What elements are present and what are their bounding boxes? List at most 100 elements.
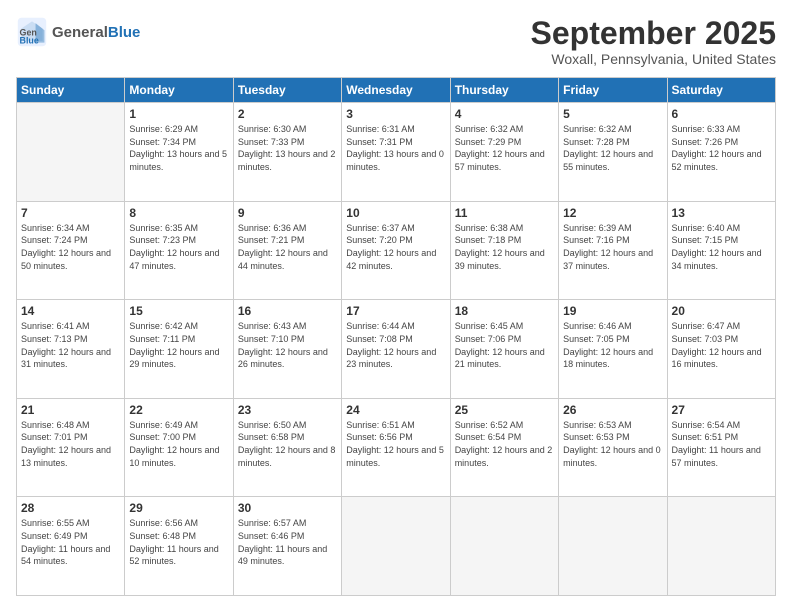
week-row-5: 28 Sunrise: 6:55 AMSunset: 6:49 PMDayligh… xyxy=(17,497,776,596)
day-info: Sunrise: 6:40 AMSunset: 7:15 PMDaylight:… xyxy=(672,222,771,272)
day-info: Sunrise: 6:56 AMSunset: 6:48 PMDaylight:… xyxy=(129,517,228,567)
day-cell: 30 Sunrise: 6:57 AMSunset: 6:46 PMDayligh… xyxy=(233,497,341,596)
day-cell: 4 Sunrise: 6:32 AMSunset: 7:29 PMDaylight… xyxy=(450,103,558,202)
header-row: SundayMondayTuesdayWednesdayThursdayFrid… xyxy=(17,78,776,103)
day-cell xyxy=(559,497,667,596)
day-cell: 16 Sunrise: 6:43 AMSunset: 7:10 PMDayligh… xyxy=(233,300,341,399)
day-info: Sunrise: 6:32 AMSunset: 7:29 PMDaylight:… xyxy=(455,123,554,173)
day-cell xyxy=(342,497,450,596)
day-cell xyxy=(450,497,558,596)
logo-general: General xyxy=(52,24,108,41)
day-cell: 10Sunrise: 6:37 AMSunset: 7:20 PMDayligh… xyxy=(342,201,450,300)
day-cell: 29 Sunrise: 6:56 AMSunset: 6:48 PMDayligh… xyxy=(125,497,233,596)
day-info: Sunrise: 6:46 AMSunset: 7:05 PMDaylight:… xyxy=(563,320,662,370)
day-number: 13 xyxy=(672,206,771,220)
day-info: Sunrise: 6:44 AMSunset: 7:08 PMDaylight:… xyxy=(346,320,445,370)
day-cell: 24Sunrise: 6:51 AMSunset: 6:56 PMDayligh… xyxy=(342,398,450,497)
day-info: Sunrise: 6:41 AMSunset: 7:13 PMDaylight:… xyxy=(21,320,120,370)
day-info: Sunrise: 6:38 AMSunset: 7:18 PMDaylight:… xyxy=(455,222,554,272)
day-number: 3 xyxy=(346,107,445,121)
day-cell: 15 Sunrise: 6:42 AMSunset: 7:11 PMDayligh… xyxy=(125,300,233,399)
week-row-1: 1 Sunrise: 6:29 AMSunset: 7:34 PMDaylight… xyxy=(17,103,776,202)
day-number: 7 xyxy=(21,206,120,220)
day-number: 5 xyxy=(563,107,662,121)
week-row-2: 7 Sunrise: 6:34 AMSunset: 7:24 PMDaylight… xyxy=(17,201,776,300)
col-header-tuesday: Tuesday xyxy=(233,78,341,103)
col-header-sunday: Sunday xyxy=(17,78,125,103)
page: Gen Blue General Blue September 2025 Woxa… xyxy=(0,0,792,612)
day-cell: 18 Sunrise: 6:45 AMSunset: 7:06 PMDayligh… xyxy=(450,300,558,399)
day-info: Sunrise: 6:43 AMSunset: 7:10 PMDaylight:… xyxy=(238,320,337,370)
day-info: Sunrise: 6:57 AMSunset: 6:46 PMDaylight:… xyxy=(238,517,337,567)
col-header-saturday: Saturday xyxy=(667,78,775,103)
day-number: 1 xyxy=(129,107,228,121)
logo: Gen Blue General Blue xyxy=(16,16,140,48)
day-number: 15 xyxy=(129,304,228,318)
svg-text:Blue: Blue xyxy=(20,36,39,46)
day-number: 21 xyxy=(21,403,120,417)
calendar-table: SundayMondayTuesdayWednesdayThursdayFrid… xyxy=(16,77,776,596)
day-cell: 22Sunrise: 6:49 AMSunset: 7:00 PMDayligh… xyxy=(125,398,233,497)
location-subtitle: Woxall, Pennsylvania, United States xyxy=(531,51,776,67)
day-number: 11 xyxy=(455,206,554,220)
month-title: September 2025 xyxy=(531,16,776,51)
day-cell: 9 Sunrise: 6:36 AMSunset: 7:21 PMDaylight… xyxy=(233,201,341,300)
logo-icon: Gen Blue xyxy=(16,16,48,48)
day-info: Sunrise: 6:47 AMSunset: 7:03 PMDaylight:… xyxy=(672,320,771,370)
day-info: Sunrise: 6:33 AMSunset: 7:26 PMDaylight:… xyxy=(672,123,771,173)
day-info: Sunrise: 6:45 AMSunset: 7:06 PMDaylight:… xyxy=(455,320,554,370)
day-info: Sunrise: 6:50 AMSunset: 6:58 PMDaylight:… xyxy=(238,419,337,469)
week-row-3: 14 Sunrise: 6:41 AMSunset: 7:13 PMDayligh… xyxy=(17,300,776,399)
day-number: 16 xyxy=(238,304,337,318)
day-info: Sunrise: 6:29 AMSunset: 7:34 PMDaylight:… xyxy=(129,123,228,173)
day-cell: 27 Sunrise: 6:54 AMSunset: 6:51 PMDayligh… xyxy=(667,398,775,497)
day-cell: 8 Sunrise: 6:35 AMSunset: 7:23 PMDaylight… xyxy=(125,201,233,300)
day-info: Sunrise: 6:53 AMSunset: 6:53 PMDaylight:… xyxy=(563,419,662,469)
day-info: Sunrise: 6:36 AMSunset: 7:21 PMDaylight:… xyxy=(238,222,337,272)
col-header-monday: Monday xyxy=(125,78,233,103)
day-number: 17 xyxy=(346,304,445,318)
day-cell: 17 Sunrise: 6:44 AMSunset: 7:08 PMDayligh… xyxy=(342,300,450,399)
day-cell: 11 Sunrise: 6:38 AMSunset: 7:18 PMDayligh… xyxy=(450,201,558,300)
day-cell: 19 Sunrise: 6:46 AMSunset: 7:05 PMDayligh… xyxy=(559,300,667,399)
title-block: September 2025 Woxall, Pennsylvania, Uni… xyxy=(531,16,776,67)
day-info: Sunrise: 6:49 AMSunset: 7:00 PMDaylight:… xyxy=(129,419,228,469)
day-number: 19 xyxy=(563,304,662,318)
day-number: 30 xyxy=(238,501,337,515)
day-number: 23 xyxy=(238,403,337,417)
day-number: 18 xyxy=(455,304,554,318)
day-number: 12 xyxy=(563,206,662,220)
day-info: Sunrise: 6:42 AMSunset: 7:11 PMDaylight:… xyxy=(129,320,228,370)
day-number: 29 xyxy=(129,501,228,515)
day-info: Sunrise: 6:32 AMSunset: 7:28 PMDaylight:… xyxy=(563,123,662,173)
col-header-thursday: Thursday xyxy=(450,78,558,103)
day-cell: 23 Sunrise: 6:50 AMSunset: 6:58 PMDayligh… xyxy=(233,398,341,497)
day-info: Sunrise: 6:30 AMSunset: 7:33 PMDaylight:… xyxy=(238,123,337,173)
day-number: 4 xyxy=(455,107,554,121)
col-header-friday: Friday xyxy=(559,78,667,103)
day-number: 25 xyxy=(455,403,554,417)
day-info: Sunrise: 6:55 AMSunset: 6:49 PMDaylight:… xyxy=(21,517,120,567)
day-info: Sunrise: 6:54 AMSunset: 6:51 PMDaylight:… xyxy=(672,419,771,469)
day-info: Sunrise: 6:37 AMSunset: 7:20 PMDaylight:… xyxy=(346,222,445,272)
day-cell: 5 Sunrise: 6:32 AMSunset: 7:28 PMDaylight… xyxy=(559,103,667,202)
day-number: 14 xyxy=(21,304,120,318)
day-info: Sunrise: 6:48 AMSunset: 7:01 PMDaylight:… xyxy=(21,419,120,469)
day-number: 27 xyxy=(672,403,771,417)
day-info: Sunrise: 6:35 AMSunset: 7:23 PMDaylight:… xyxy=(129,222,228,272)
day-number: 6 xyxy=(672,107,771,121)
day-number: 20 xyxy=(672,304,771,318)
day-info: Sunrise: 6:52 AMSunset: 6:54 PMDaylight:… xyxy=(455,419,554,469)
day-cell: 21 Sunrise: 6:48 AMSunset: 7:01 PMDayligh… xyxy=(17,398,125,497)
day-info: Sunrise: 6:34 AMSunset: 7:24 PMDaylight:… xyxy=(21,222,120,272)
day-cell: 13 Sunrise: 6:40 AMSunset: 7:15 PMDayligh… xyxy=(667,201,775,300)
day-number: 28 xyxy=(21,501,120,515)
day-cell: 3Sunrise: 6:31 AMSunset: 7:31 PMDaylight… xyxy=(342,103,450,202)
header: Gen Blue General Blue September 2025 Woxa… xyxy=(16,16,776,67)
week-row-4: 21 Sunrise: 6:48 AMSunset: 7:01 PMDayligh… xyxy=(17,398,776,497)
day-cell: 2Sunrise: 6:30 AMSunset: 7:33 PMDaylight… xyxy=(233,103,341,202)
day-cell: 28 Sunrise: 6:55 AMSunset: 6:49 PMDayligh… xyxy=(17,497,125,596)
day-number: 9 xyxy=(238,206,337,220)
day-cell: 26Sunrise: 6:53 AMSunset: 6:53 PMDayligh… xyxy=(559,398,667,497)
day-number: 8 xyxy=(129,206,228,220)
